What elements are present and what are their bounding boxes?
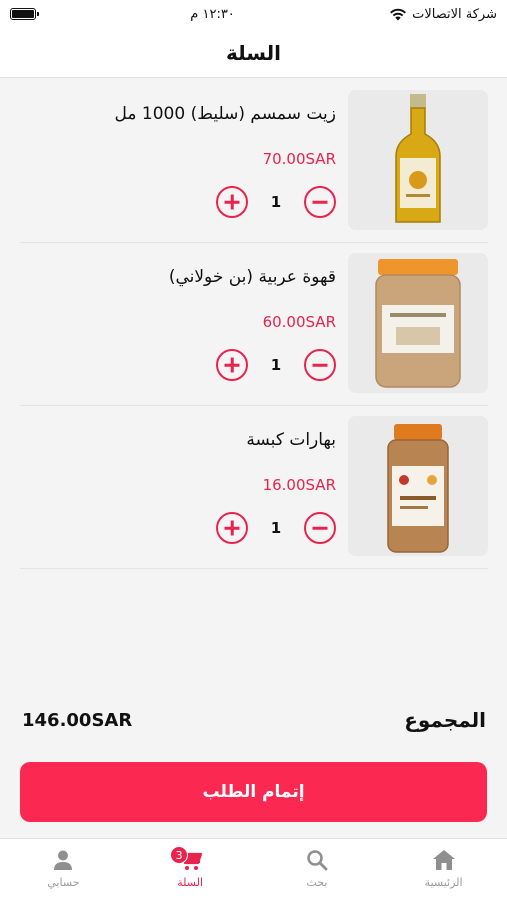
quantity-stepper: 1	[216, 348, 336, 382]
home-icon	[432, 850, 455, 870]
minus-icon[interactable]	[304, 512, 336, 544]
status-bar: ١٢:٣٠ م شركة الاتصالات	[0, 0, 507, 28]
tab-account-label: حسابي	[47, 876, 80, 889]
cart-item: قهوة عربية (بن خولاني) 60.00SAR 1	[20, 243, 488, 406]
cart-list: زيت سمسم (سليط) 1000 مل 70.00SAR 1 قهوة …	[20, 80, 488, 569]
cart-count-badge: 3	[170, 846, 189, 864]
cart-item: بهارات كبسة 16.00SAR 1	[20, 406, 488, 569]
status-carrier-group: شركة الاتصالات	[389, 7, 497, 22]
carrier-name: شركة الاتصالات	[412, 6, 497, 22]
minus-icon[interactable]	[304, 349, 336, 381]
checkout-button[interactable]: إتمام الطلب	[20, 762, 487, 822]
product-name: قهوة عربية (بن خولاني)	[168, 267, 336, 287]
quantity-value: 1	[270, 193, 282, 211]
plus-icon[interactable]	[216, 186, 248, 218]
total-value: 146.00SAR	[22, 709, 133, 731]
page-header: السلة	[0, 28, 507, 78]
plus-icon[interactable]	[216, 512, 248, 544]
product-name: بهارات كبسة	[246, 430, 336, 450]
minus-icon[interactable]	[304, 186, 336, 218]
tab-cart-label: السلة	[177, 876, 203, 889]
status-time: ١٢:٣٠ م	[190, 6, 235, 22]
product-price: 60.00SAR	[262, 313, 336, 331]
quantity-stepper: 1	[216, 511, 336, 545]
product-image-arabic-coffee[interactable]	[348, 253, 488, 393]
person-icon	[54, 850, 73, 870]
product-price: 70.00SAR	[262, 150, 336, 168]
quantity-stepper: 1	[216, 185, 336, 219]
wifi-icon	[390, 8, 407, 21]
total-row: 146.00SAR المجموع	[22, 705, 486, 735]
product-image-sesame-oil[interactable]	[348, 90, 488, 230]
product-image-kabsa-spices[interactable]	[348, 416, 488, 556]
search-icon	[307, 850, 328, 871]
tab-cart[interactable]: 3 السلة	[127, 839, 254, 900]
cart-item: زيت سمسم (سليط) 1000 مل 70.00SAR 1	[20, 80, 488, 243]
tab-search-label: بحث	[306, 876, 328, 889]
product-name: زيت سمسم (سليط) 1000 مل	[114, 104, 336, 124]
plus-icon[interactable]	[216, 349, 248, 381]
battery-icon	[10, 8, 39, 20]
quantity-value: 1	[270, 519, 282, 537]
tab-bar: حسابي 3 السلة بحث الرئيسية	[0, 838, 507, 900]
quantity-value: 1	[270, 356, 282, 374]
tab-home[interactable]: الرئيسية	[380, 839, 507, 900]
tab-search[interactable]: بحث	[254, 839, 381, 900]
tab-account[interactable]: حسابي	[0, 839, 127, 900]
total-label: المجموع	[404, 708, 486, 732]
tab-home-label: الرئيسية	[424, 876, 463, 889]
page-title: السلة	[225, 40, 281, 65]
product-price: 16.00SAR	[262, 476, 336, 494]
